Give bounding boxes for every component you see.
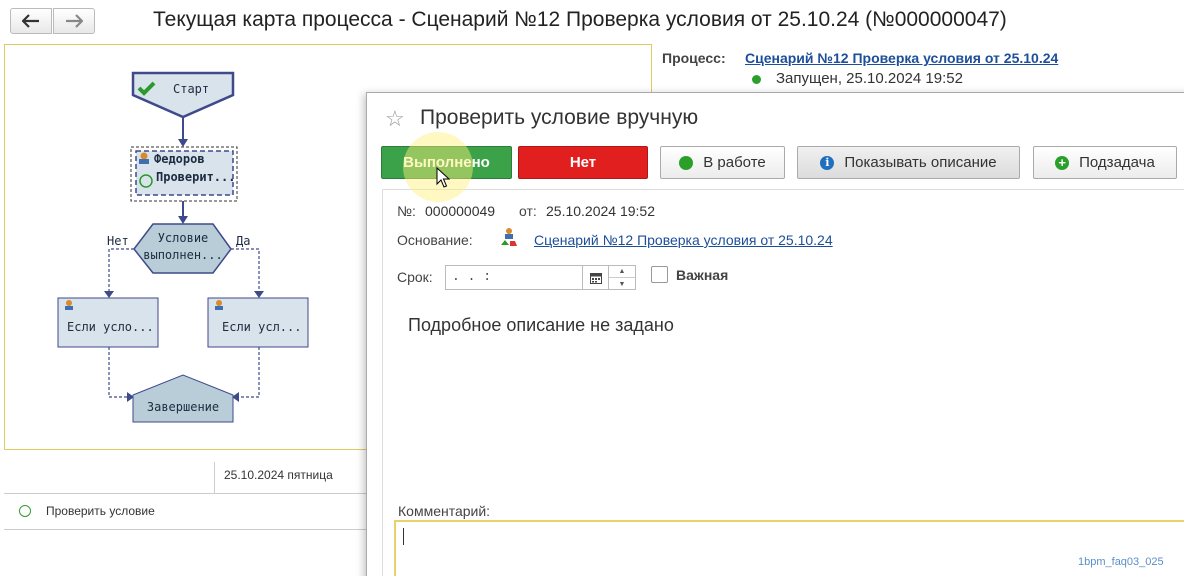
start-node[interactable]: Старт [131, 71, 235, 119]
process-link[interactable]: Сценарий №12 Проверка условия от 25.10.2… [745, 50, 1058, 66]
process-icon [501, 228, 517, 246]
calendar-icon [589, 272, 602, 284]
number-label: №: [397, 203, 416, 219]
condition-label-1: Условие [158, 231, 209, 245]
back-button[interactable] [10, 8, 52, 34]
green-dot-icon [679, 155, 694, 170]
spin-down-icon[interactable]: ▼ [609, 278, 635, 290]
from-label: от: [519, 203, 537, 219]
due-label: Срок: [397, 269, 433, 285]
left-branch-label: Если усло... [67, 320, 154, 334]
right-branch-label: Если усл... [222, 320, 301, 334]
from-value: 25.10.2024 19:52 [546, 203, 655, 219]
mouse-cursor-icon [436, 167, 450, 188]
arrow-left-icon [22, 14, 39, 28]
left-branch-node[interactable]: Если усло... [57, 297, 159, 348]
show-description-label: Показывать описание [844, 154, 997, 171]
branch-no-label: Нет [107, 234, 129, 248]
end-node[interactable]: Завершение [132, 374, 234, 423]
comment-label: Комментарий: [398, 503, 491, 519]
branch-yes-label: Да [236, 234, 250, 248]
right-branch-node[interactable]: Если усл... [207, 297, 309, 348]
process-status: Запущен, 25.10.2024 19:52 [776, 70, 963, 87]
dialog-title: Проверить условие вручную [420, 106, 699, 129]
info-icon: i [820, 155, 835, 170]
no-button[interactable]: Нет [518, 146, 648, 179]
timeline-date-row: 25.10.2024 пятница [4, 458, 384, 494]
start-label: Старт [173, 82, 209, 96]
arrow-right-icon [66, 14, 83, 28]
task-dialog: ☆ Проверить условие вручную Выполнено Не… [366, 92, 1184, 576]
condition-node[interactable]: Условие выполнен... [133, 223, 232, 274]
important-label: Важная [676, 267, 729, 283]
task-user: Федоров [154, 152, 205, 166]
process-label: Процесс: [662, 50, 726, 66]
subtask-label: Подзадача [1079, 154, 1155, 171]
condition-label-2: выполнен... [143, 248, 222, 262]
user-icon [140, 152, 148, 160]
task-form: №: 000000049 от: 25.10.2024 19:52 Основа… [382, 189, 1184, 576]
timeline-task-label: Проверить условие [46, 504, 155, 518]
watermark: 1bpm_faq03_025 [1078, 556, 1164, 568]
in-work-button[interactable]: В работе [660, 146, 785, 179]
pending-circle-icon [19, 505, 31, 517]
star-icon[interactable]: ☆ [385, 106, 405, 132]
basis-link[interactable]: Сценарий №12 Проверка условия от 25.10.2… [534, 232, 833, 248]
show-description-button[interactable]: i Показывать описание [797, 146, 1020, 179]
subtask-button[interactable]: + Подзадача [1033, 146, 1177, 179]
timeline-date: 25.10.2024 пятница [224, 468, 333, 482]
number-value: 000000049 [425, 203, 496, 219]
task-name: Проверит... [156, 170, 235, 184]
in-work-label: В работе [703, 154, 766, 171]
basis-label: Основание: [397, 232, 473, 248]
forward-button[interactable] [53, 8, 95, 34]
calendar-button[interactable] [583, 265, 609, 290]
status-dot-icon [752, 75, 761, 84]
description-text: Подробное описание не задано [408, 315, 674, 335]
comment-field[interactable] [394, 520, 1184, 576]
spin-up-icon[interactable]: ▲ [609, 266, 635, 278]
plus-icon: + [1055, 155, 1070, 170]
due-date-spinner[interactable]: ▲ ▼ [609, 265, 636, 290]
important-checkbox[interactable] [651, 266, 668, 283]
due-date-input[interactable]: . . : [445, 265, 583, 290]
task-node-selected[interactable]: Федоров Проверит... [130, 146, 238, 202]
timeline-task-row[interactable]: Проверить условие [4, 494, 384, 530]
window-title: Текущая карта процесса - Сценарий №12 Пр… [153, 8, 1007, 31]
end-label: Завершение [147, 400, 219, 414]
